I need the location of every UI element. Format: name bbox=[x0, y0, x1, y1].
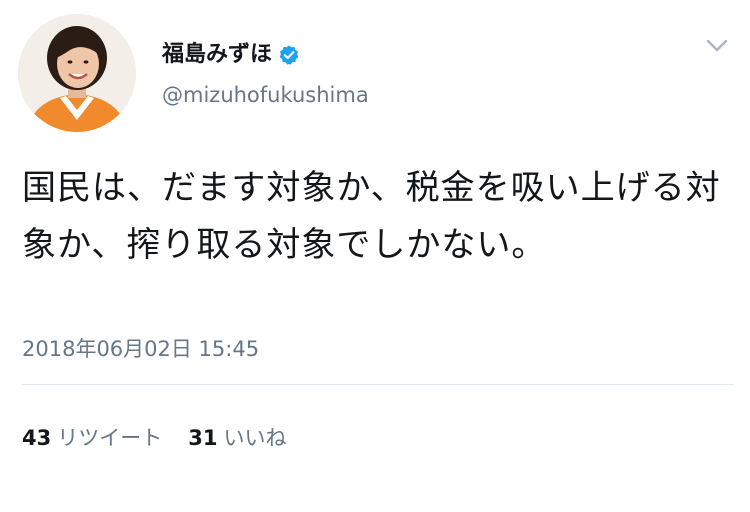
avatar-image bbox=[18, 14, 136, 132]
avatar[interactable] bbox=[18, 14, 136, 132]
tweet-text: 国民は、だます対象か、税金を吸い上げる対象か、搾り取る対象でしかない。 bbox=[22, 168, 721, 265]
author-row: 福島みずほ bbox=[162, 40, 300, 70]
retweet-label[interactable]: リツイート bbox=[57, 424, 162, 452]
like-label[interactable]: いいね bbox=[223, 424, 286, 452]
display-name[interactable]: 福島みずほ bbox=[162, 41, 272, 69]
bottom-margin bbox=[0, 470, 750, 512]
tweet-card: 福島みずほ @mizuhofukushima 国民は、だます対象か、税金を吸い上… bbox=[0, 0, 750, 470]
divider bbox=[22, 384, 734, 385]
timestamp[interactable]: 2018年06月02日 15:45 bbox=[22, 336, 259, 362]
engagement-stats: 43 リツイート 31 いいね bbox=[22, 424, 286, 452]
user-handle[interactable]: @mizuhofukushima bbox=[162, 82, 369, 108]
retweet-count[interactable]: 43 bbox=[22, 424, 51, 452]
like-count[interactable]: 31 bbox=[188, 424, 217, 452]
chevron-down-icon[interactable] bbox=[706, 38, 728, 52]
verified-badge-icon bbox=[278, 44, 300, 66]
